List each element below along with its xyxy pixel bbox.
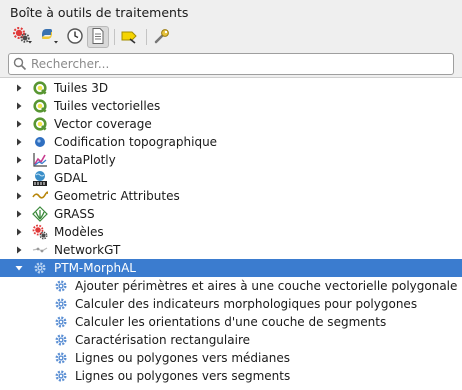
tree-item-label: NetworkGT	[54, 243, 121, 257]
tree-item-grass[interactable]: GRASS	[0, 205, 462, 223]
expand-arrow-icon[interactable]	[14, 241, 24, 259]
grass-icon	[32, 206, 48, 222]
gear-icon	[53, 314, 69, 330]
tree-item-label: Codification topographique	[54, 135, 218, 149]
search-box[interactable]	[8, 53, 454, 75]
edit-features-in-place-icon	[120, 27, 140, 48]
gear-icon	[53, 350, 69, 366]
gear-icon	[53, 368, 69, 384]
tree-item-tuiles-3d[interactable]: Tuiles 3D	[0, 79, 462, 97]
tree-item-dataplotly[interactable]: DataPlotly	[0, 151, 462, 169]
algorithm-item[interactable]: Lignes ou polygones vers médianes	[0, 349, 462, 367]
python-scripts-menu-button[interactable]	[38, 26, 60, 48]
expand-arrow-icon[interactable]	[14, 79, 24, 97]
expand-arrow-icon[interactable]	[14, 205, 24, 223]
toolbar-separator	[146, 29, 147, 45]
history-clock-icon	[66, 27, 84, 48]
algorithm-label: Lignes ou polygones vers segments	[75, 369, 291, 383]
expand-arrow-icon[interactable]	[14, 151, 24, 169]
tree-item-ptm-morphal[interactable]: PTM-MorphAL	[0, 259, 462, 277]
tree-item-networkgt[interactable]: NetworkGT	[0, 241, 462, 259]
models-menu-button[interactable]	[12, 26, 34, 48]
algorithm-label: Lignes ou polygones vers médianes	[75, 351, 290, 365]
qgis-icon	[32, 98, 48, 114]
expand-arrow-icon[interactable]	[14, 223, 24, 241]
tree-item-label: Vector coverage	[54, 117, 152, 131]
results-viewer-button[interactable]	[87, 26, 109, 48]
expand-arrow-icon[interactable]	[14, 97, 24, 115]
tree-item-label: Tuiles 3D	[54, 81, 109, 95]
collapse-arrow-icon[interactable]	[14, 259, 24, 277]
gear-icon	[53, 332, 69, 348]
gear-icon	[53, 296, 69, 312]
gdal-icon	[32, 170, 48, 186]
algorithm-label: Ajouter périmètres et aires à une couche…	[75, 279, 458, 293]
models-icon	[32, 224, 48, 240]
qgis-icon	[32, 116, 48, 132]
expand-arrow-icon[interactable]	[14, 169, 24, 187]
options-wrench-icon	[153, 27, 171, 48]
options-button[interactable]	[151, 26, 173, 48]
tree-item-tuiles-vectorielles[interactable]: Tuiles vectorielles	[0, 97, 462, 115]
qgis-icon	[32, 80, 48, 96]
expand-arrow-icon[interactable]	[14, 115, 24, 133]
algorithm-item[interactable]: Lignes ou polygones vers segments	[0, 367, 462, 385]
tree-item-label: GRASS	[54, 207, 95, 221]
tree-item-label: Modèles	[54, 225, 104, 239]
algorithm-item[interactable]: Calculer des indicateurs morphologiques …	[0, 295, 462, 313]
search-input[interactable]	[31, 55, 431, 73]
algorithm-label: Calculer des indicateurs morphologiques …	[75, 297, 418, 311]
tree-item-label: PTM-MorphAL	[54, 261, 136, 275]
algorithm-item[interactable]: Ajouter périmètres et aires à une couche…	[0, 277, 462, 295]
gear-icon	[53, 278, 69, 294]
python-scripts-icon	[39, 27, 59, 48]
search-icon	[9, 54, 31, 74]
algorithm-tree: Tuiles 3D Tuiles vectorielles Vector cov…	[0, 77, 462, 390]
blue-dot-icon	[32, 134, 48, 150]
dataplotly-icon	[32, 152, 48, 168]
tree-item-label: Tuiles vectorielles	[54, 99, 161, 113]
results-viewer-icon	[90, 27, 106, 48]
expand-arrow-icon[interactable]	[14, 187, 24, 205]
history-button[interactable]	[64, 26, 86, 48]
expand-arrow-icon[interactable]	[14, 133, 24, 151]
algorithm-label: Calculer les orientations d'une couche d…	[75, 315, 387, 329]
networkgt-icon	[32, 242, 48, 258]
wave-icon	[32, 188, 48, 204]
gear-icon	[32, 260, 48, 276]
edit-in-place-button[interactable]	[119, 26, 141, 48]
toolbar-separator	[114, 29, 115, 45]
tree-item-codification-topographique[interactable]: Codification topographique	[0, 133, 462, 151]
models-gear-icon	[13, 26, 33, 48]
panel-title: Boîte à outils de traitements	[10, 5, 189, 20]
tree-item-label: Geometric Attributes	[54, 189, 180, 203]
algorithm-item[interactable]: Calculer les orientations d'une couche d…	[0, 313, 462, 331]
algorithm-item[interactable]: Caractérisation rectangulaire	[0, 331, 462, 349]
tree-item-geometric-attributes[interactable]: Geometric Attributes	[0, 187, 462, 205]
tree-item-gdal[interactable]: GDAL	[0, 169, 462, 187]
tree-item-label: GDAL	[54, 171, 88, 185]
tree-item-label: DataPlotly	[54, 153, 116, 167]
tree-item-modeles[interactable]: Modèles	[0, 223, 462, 241]
algorithm-label: Caractérisation rectangulaire	[75, 333, 250, 347]
tree-item-vector-coverage[interactable]: Vector coverage	[0, 115, 462, 133]
